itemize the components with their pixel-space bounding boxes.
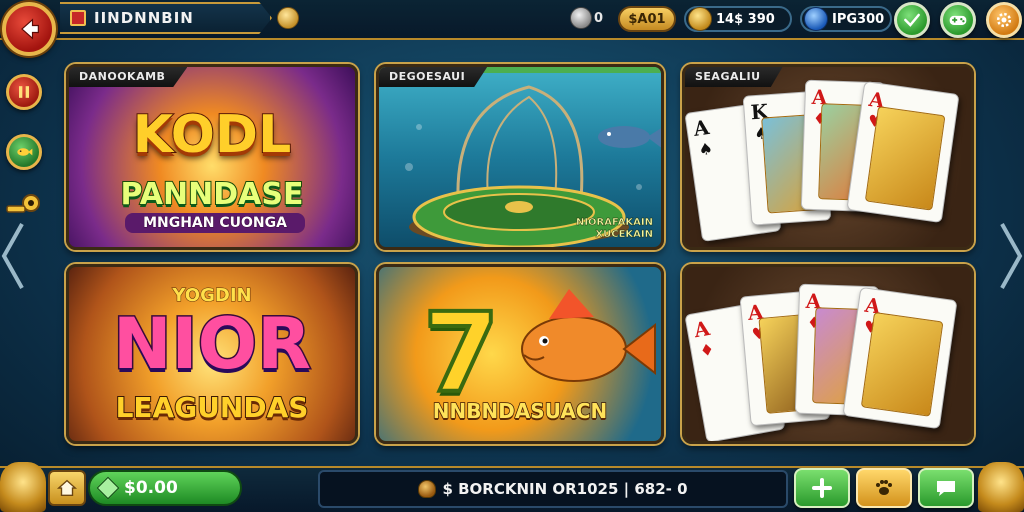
tile-title-line2: NIOR (111, 302, 312, 387)
card-suit: ♠ (697, 138, 715, 160)
corner-ornament-left (0, 462, 46, 512)
gamepad-icon (949, 15, 967, 25)
tile-title-line1: KODL (132, 104, 292, 166)
add-button[interactable] (794, 468, 850, 508)
home-icon (56, 479, 78, 497)
gems-counter[interactable]: IPG300 (800, 6, 892, 32)
scroll-left-arrow[interactable] (0, 220, 26, 292)
game-tile-2[interactable]: DEGOESAUI NIORAFAKAIN XUCEKAIN (376, 64, 664, 250)
money-bag-icon (418, 480, 437, 498)
pause-button[interactable] (6, 74, 42, 110)
status-bar: $ BORCKNIN OR1025 | 682- 0 (318, 470, 788, 508)
home-button[interactable] (48, 470, 86, 506)
game-tile-5[interactable]: 7 NNBNDASUACN (376, 264, 664, 444)
gold-counter[interactable]: $A01 (618, 6, 676, 32)
tile-tab-label: DEGOESAUI (379, 67, 488, 87)
coins-value: 14$ 390 (716, 11, 775, 27)
plus-icon (812, 478, 832, 498)
key-button[interactable] (2, 190, 44, 220)
fish-button[interactable] (6, 134, 42, 170)
status-text: $ BORCKNIN OR1025 | 682- 0 (442, 480, 688, 498)
card-suit: ♦ (698, 339, 716, 361)
scroll-right-arrow[interactable] (998, 220, 1024, 292)
gold-value: $A01 (628, 11, 666, 27)
key-icon (6, 194, 40, 213)
corner-ornament-right (978, 462, 1024, 512)
diamond-icon (96, 476, 120, 500)
tile-title-line3: LEAGUNDAS (115, 390, 310, 425)
game-tile-4[interactable]: YOGDIN NIOR LEAGUNDAS (66, 264, 358, 444)
tile-caption-line1: NIORAFAKAIN (575, 217, 653, 228)
card-rank: A (691, 115, 711, 141)
gems-value: IPG300 (832, 11, 885, 27)
tile-tab-label: SEAGALIU (685, 67, 783, 87)
gear-icon (996, 12, 1012, 28)
balance-value: $0.00 (124, 478, 178, 498)
silver-value: 0 (594, 11, 604, 26)
check-button[interactable] (894, 2, 930, 38)
card-art (860, 311, 944, 417)
pause-icon (19, 86, 29, 98)
tile-title-line2: PANNDASE (120, 176, 305, 213)
playing-card: A ♥ (842, 286, 958, 430)
gem-icon (804, 7, 828, 31)
chevron-left-icon (1, 223, 24, 289)
title-flag-icon (70, 10, 86, 26)
silver-coin-icon (570, 7, 592, 29)
page-title-banner: IINDNNBIN (60, 2, 272, 34)
back-arrow-icon (21, 18, 39, 40)
settings-button[interactable] (986, 2, 1022, 38)
card-art (864, 106, 946, 211)
tile-subtitle: MNGHAN CUONGA (125, 213, 305, 233)
balance-display[interactable]: $0.00 (88, 470, 242, 506)
game-tile-3[interactable]: SEAGALIU A ♠ K ♠ A ♦ A ♥ (682, 64, 974, 250)
coin-icon[interactable] (277, 7, 299, 29)
game-tile-6[interactable]: A ♦ A ♥ A ♦ A ♥ (682, 264, 974, 444)
chevron-right-icon (1000, 223, 1023, 289)
gamepad-button[interactable] (940, 2, 976, 38)
tile-tab-label: DANOOKAMB (69, 67, 188, 87)
card-rank: A (692, 315, 712, 343)
paw-icon (876, 480, 892, 495)
chat-button[interactable] (918, 468, 974, 508)
tile-caption-line2: XUCEKAIN (595, 229, 653, 240)
page-title: IINDNNBIN (94, 9, 194, 27)
playing-card: A ♥ (846, 80, 960, 224)
pets-button[interactable] (856, 468, 912, 508)
fish-icon (17, 148, 33, 156)
game-tile-1[interactable]: DANOOKAMB KODL PANNDASE MNGHAN CUONGA (66, 64, 358, 250)
chat-icon (937, 481, 955, 496)
back-button[interactable] (2, 2, 56, 56)
coin-stack-icon (688, 7, 712, 31)
tile-caption: NNBNDASUACN (432, 398, 608, 424)
tile-caption: NIORAFAKAIN XUCEKAIN (576, 217, 653, 241)
check-icon (904, 13, 920, 27)
coins-counter[interactable]: 14$ 390 (684, 6, 792, 32)
